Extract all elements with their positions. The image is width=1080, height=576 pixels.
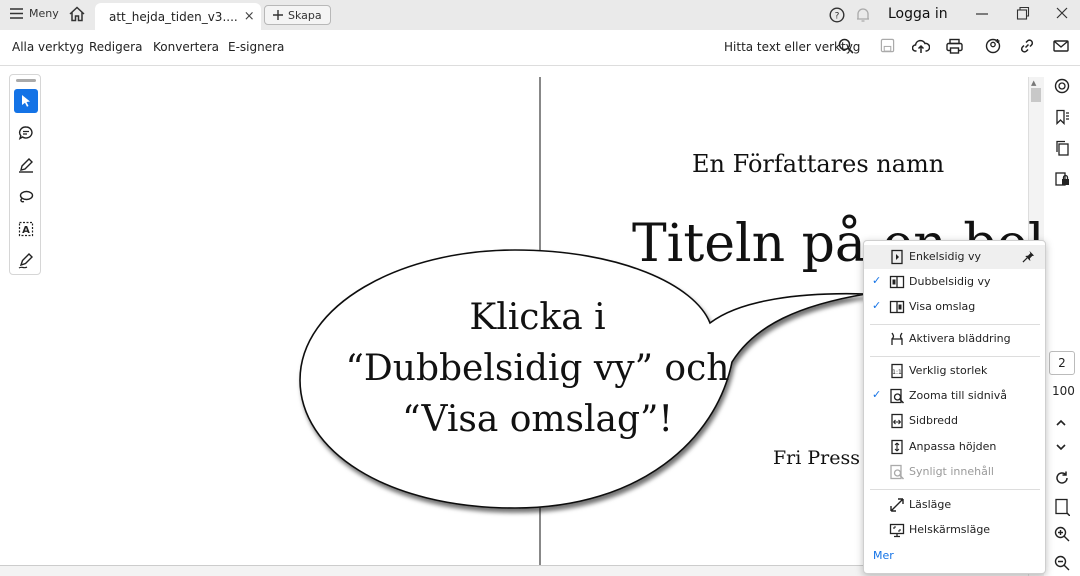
ai-assistant-icon[interactable] xyxy=(1054,78,1070,94)
page-width-icon xyxy=(891,413,903,429)
menu-item-full-screen[interactable]: Helskärmsläge xyxy=(864,518,1045,542)
menu-item-label: Aktivera bläddring xyxy=(909,332,1011,345)
callout-text: Klicka i “Dubbelsidig vy” och “Visa omsl… xyxy=(305,292,770,445)
zoom-level[interactable]: 100 xyxy=(1052,384,1075,398)
menu-item-show-cover[interactable]: ✓ Visa omslag xyxy=(864,295,1045,319)
chevron-down-icon[interactable] xyxy=(1054,440,1068,454)
page-display-menu: Enkelsidig vy ✓ Dubbelsidig vy ✓ Visa om… xyxy=(863,240,1046,574)
callout-line-3: “Visa omslag”! xyxy=(402,399,673,440)
menu-item-label: Anpassa höjden xyxy=(909,440,997,453)
right-tool-rail xyxy=(1044,66,1080,576)
svg-text:1:1: 1:1 xyxy=(892,369,902,376)
scroll-icon xyxy=(891,332,903,345)
page-number-field[interactable]: 2 xyxy=(1049,351,1075,375)
menu-item-label: Läsläge xyxy=(909,498,952,511)
menu-more-link[interactable]: Mer xyxy=(873,549,894,562)
checkmark-icon: ✓ xyxy=(872,388,882,401)
menu-item-zoom-page[interactable]: ✓ Zooma till sidnivå xyxy=(864,384,1045,408)
fit-height-icon xyxy=(891,439,903,455)
bookmark-icon[interactable] xyxy=(1054,109,1070,125)
menu-item-single-page[interactable]: Enkelsidig vy xyxy=(864,245,1045,269)
menu-item-label: Zooma till sidnivå xyxy=(909,389,1007,402)
zoom-out-icon[interactable] xyxy=(1054,555,1070,571)
zoom-page-icon xyxy=(890,388,905,404)
menu-item-page-width[interactable]: Sidbredd xyxy=(864,409,1045,433)
menu-item-label: Sidbredd xyxy=(909,414,959,427)
menu-item-label: Synligt innehåll xyxy=(909,465,994,478)
menu-item-two-page[interactable]: ✓ Dubbelsidig vy xyxy=(864,270,1045,294)
chevron-up-icon[interactable] xyxy=(1054,416,1068,430)
menu-divider xyxy=(870,324,1040,325)
menu-divider xyxy=(870,356,1040,357)
menu-item-actual-size[interactable]: 1:1 Verklig storlek xyxy=(864,359,1045,383)
zoom-in-icon[interactable] xyxy=(1054,526,1070,542)
copy-pages-icon[interactable] xyxy=(1054,140,1070,156)
menu-item-label: Dubbelsidig vy xyxy=(909,275,991,288)
menu-item-label: Visa omslag xyxy=(909,300,976,313)
security-icon[interactable] xyxy=(1054,171,1070,187)
visible-content-icon xyxy=(890,464,905,480)
menu-item-label: Enkelsidig vy xyxy=(909,250,982,263)
callout-line-1: Klicka i xyxy=(469,297,606,338)
full-screen-icon xyxy=(889,523,905,538)
page-fit-icon[interactable] xyxy=(1054,498,1070,516)
expand-arrows-icon xyxy=(890,498,904,512)
menu-item-read-mode[interactable]: Läsläge xyxy=(864,493,1045,517)
actual-size-icon: 1:1 xyxy=(891,363,903,379)
menu-item-fit-height[interactable]: Anpassa höjden xyxy=(864,435,1045,459)
menu-divider xyxy=(870,489,1040,490)
menu-item-label: Verklig storlek xyxy=(909,364,988,377)
rotate-icon[interactable] xyxy=(1054,470,1070,486)
menu-item-visible-content: Synligt innehåll xyxy=(864,460,1045,484)
checkmark-icon: ✓ xyxy=(872,299,882,312)
menu-item-enable-scrolling[interactable]: Aktivera bläddring xyxy=(864,327,1045,351)
checkmark-icon: ✓ xyxy=(872,274,882,287)
callout-line-2: “Dubbelsidig vy” och xyxy=(345,348,730,389)
cover-page-icon xyxy=(889,300,905,314)
menu-item-label: Helskärmsläge xyxy=(909,523,991,536)
two-page-icon xyxy=(889,275,905,289)
single-page-icon xyxy=(891,249,903,265)
pin-icon[interactable] xyxy=(1022,250,1035,263)
